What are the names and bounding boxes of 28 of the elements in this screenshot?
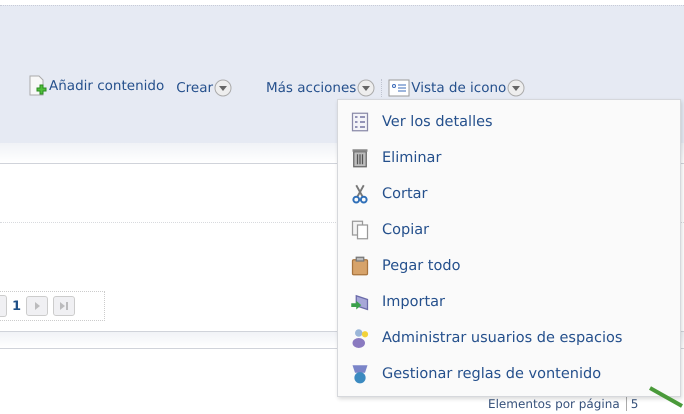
caret-icon[interactable]	[357, 79, 376, 97]
toolbar-button[interactable]: Vista de icono	[381, 79, 526, 97]
menu-item[interactable]: Ver los detalles	[338, 104, 680, 140]
menu-item[interactable]: Administrar usuarios de espacios	[338, 320, 680, 356]
menu-item[interactable]: Cortar	[338, 176, 680, 212]
page-number: 1	[12, 298, 22, 314]
toolbar-button[interactable]: Crear	[176, 79, 232, 97]
menu-item[interactable]: Gestionar reglas de vontenido	[338, 356, 680, 392]
menu-item[interactable]: Importar	[338, 284, 680, 320]
toolbar-button[interactable]: Añadir contenido	[28, 75, 164, 97]
details-icon	[350, 112, 370, 132]
users-icon	[350, 328, 370, 348]
list-view-icon	[388, 79, 410, 97]
menu-item[interactable]: Copiar	[338, 212, 680, 248]
menu-item[interactable]: Pegar todo	[338, 248, 680, 284]
play-icon	[32, 301, 42, 311]
caret-icon[interactable]	[214, 79, 232, 97]
trash-icon	[350, 148, 370, 168]
skip-end-icon	[58, 301, 70, 311]
clipboard-icon	[350, 256, 370, 276]
import-icon	[350, 292, 370, 312]
scissors-icon	[350, 184, 370, 204]
toolbar-button[interactable]: Más acciones	[266, 79, 376, 97]
menu-item[interactable]: Eliminar	[338, 140, 680, 176]
add-document-icon	[28, 75, 48, 97]
items-per-page-label: Elementos por página	[488, 397, 620, 411]
caret-icon[interactable]	[507, 79, 526, 97]
copy-icon	[350, 220, 370, 240]
